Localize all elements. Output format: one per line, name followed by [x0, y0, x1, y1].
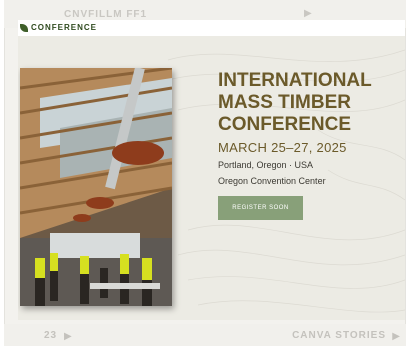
slide: CONFERENCE INTERNATIONAL MASS TIMBER CON… — [18, 20, 405, 320]
arrow-icon[interactable]: ▶ — [304, 8, 312, 19]
viewer-bottom-strip: 23 ▶ CANVA STORIES ▶ — [4, 324, 406, 346]
conference-venue: Oregon Convention Center — [218, 176, 326, 186]
register-button[interactable]: REGISTER SOON — [218, 196, 303, 220]
slide-header: CONFERENCE — [18, 20, 405, 36]
logo-leaf-icon — [20, 24, 28, 32]
footer-label: CANVA STORIES — [292, 330, 386, 341]
conference-title: INTERNATIONAL MASS TIMBER CONFERENCE — [218, 70, 372, 135]
arrow-icon[interactable]: ▶ — [64, 331, 72, 342]
logo-text: CONFERENCE — [31, 23, 98, 32]
viewer-top-title: CNVFILLM FF1 — [64, 9, 148, 20]
viewer-frame: CNVFILLM FF1 ▶ CONFERENCE INTERNATIONAL … — [4, 0, 406, 346]
venue-photo — [20, 68, 172, 306]
arrow-icon[interactable]: ▶ — [392, 331, 400, 342]
conference-dates: MARCH 25–27, 2025 — [218, 140, 347, 155]
conference-location: Portland, Oregon · USA — [218, 160, 314, 170]
page-number: 23 — [44, 330, 58, 341]
